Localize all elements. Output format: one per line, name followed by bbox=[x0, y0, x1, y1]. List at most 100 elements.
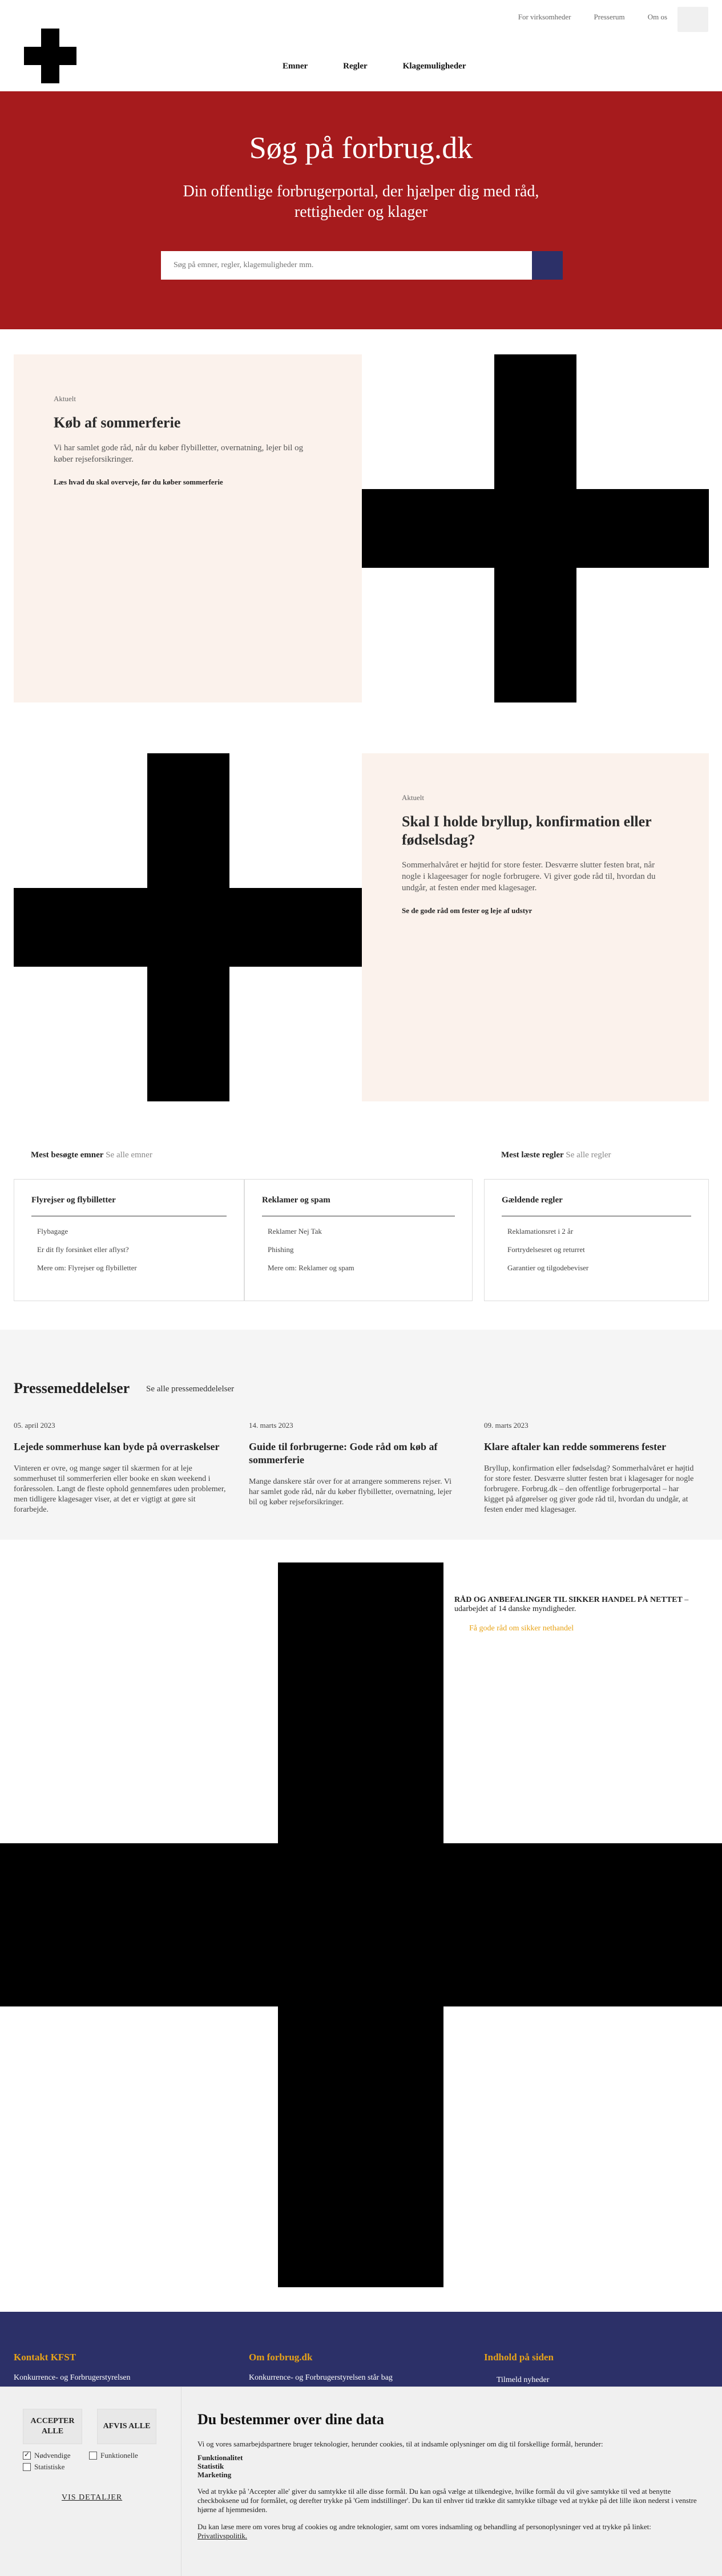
press-date: 14. marts 2023 bbox=[249, 1421, 293, 1430]
footer-text: Konkurrence- og Forbrugerstyrelsen står … bbox=[249, 2373, 393, 2382]
utility-links: For virksomheder Presserum Om os bbox=[518, 13, 667, 22]
feature-title: Skal I holde bryllup, konfirmation eller… bbox=[402, 813, 652, 848]
checkbox-necessary[interactable]: Nødvendige bbox=[23, 2450, 71, 2460]
press-item: 09. marts 2023 Klare aftaler kan redde s… bbox=[484, 1421, 696, 1515]
feature-card-parties: Aktuelt Skal I holde bryllup, konfirmati… bbox=[362, 753, 709, 1101]
topic-link[interactable]: Reklamer Nej Tak bbox=[268, 1227, 455, 1236]
campaign-link[interactable]: Få gode råd om sikker nethandel bbox=[469, 1624, 705, 1633]
feature-link[interactable]: Læs hvad du skal overveje, før du køber … bbox=[54, 478, 322, 487]
footer-heading-content: Indhold på siden bbox=[484, 2352, 554, 2363]
most-read-rules-label: Mest læste regler bbox=[501, 1150, 564, 1160]
cookie-controls: ACCEPTER ALLE AFVIS ALLE Nødvendige Funk… bbox=[0, 2387, 181, 2576]
topic-link[interactable]: Phishing bbox=[268, 1245, 455, 1254]
press-summary: Mange danskere står over for at arranger… bbox=[249, 1477, 452, 1507]
search-input[interactable] bbox=[161, 251, 532, 280]
checkbox-icon bbox=[23, 2463, 31, 2471]
top-bar: For virksomheder Presserum Om os bbox=[0, 0, 722, 34]
cookie-categories: Funktionalitet Statistik Marketing bbox=[197, 2453, 711, 2479]
checkbox-label: Statistiske bbox=[34, 2462, 65, 2471]
feature-kicker: Aktuelt bbox=[54, 394, 76, 403]
rules-box: Gældende regler Reklamationsret i 2 år F… bbox=[484, 1179, 709, 1301]
cookie-privacy-text: Du kan læse mere om vores brug af cookie… bbox=[197, 2522, 651, 2531]
link-om-os[interactable]: Om os bbox=[648, 13, 667, 22]
nav-regler[interactable]: Regler bbox=[343, 62, 367, 71]
see-all-press-link[interactable]: Se alle pressemeddelelser bbox=[146, 1384, 234, 1394]
feature-link[interactable]: Se de gode råd om fester og leje af udst… bbox=[402, 906, 669, 915]
rule-link[interactable]: Reklamationsret i 2 år bbox=[507, 1227, 691, 1236]
footer-heading-about: Om forbrug.dk bbox=[249, 2352, 313, 2363]
cookie-intro: Vi og vores samarbejdspartnere bruger te… bbox=[197, 2440, 603, 2448]
hero-subtitle: Din offentlige forbrugerportal, der hjæl… bbox=[183, 183, 539, 221]
cookie-privacy: Du kan læse mere om vores brug af cookie… bbox=[197, 2522, 711, 2541]
cookie-body: Ved at trykke på 'Accepter alle' giver d… bbox=[197, 2487, 697, 2514]
press-headline[interactable]: Guide til forbrugerne: Gode råd om køb a… bbox=[249, 1440, 461, 1467]
press-item: 05. april 2023 Lejede sommerhuse kan byd… bbox=[14, 1421, 226, 1515]
rule-link[interactable]: Fortrydelsesret og returret bbox=[507, 1245, 691, 1254]
topic-link[interactable]: Flybagage bbox=[37, 1227, 227, 1236]
topic-link[interactable]: Mere om: Flyrejser og flybilletter bbox=[37, 1263, 227, 1273]
see-all-topics-link[interactable]: Se alle emner bbox=[106, 1150, 152, 1160]
feature-image-placeholder bbox=[14, 753, 362, 1101]
cookie-category: Statistik bbox=[197, 2462, 224, 2470]
main-nav: Emner Regler Klagemuligheder bbox=[283, 62, 466, 71]
checkbox-checked-icon bbox=[23, 2450, 31, 2460]
campaign-title: RÅD OG ANBEFALINGER TIL SIKKER HANDEL PÅ… bbox=[454, 1596, 705, 1614]
feature-text: Vi har samlet gode råd, når du køber fly… bbox=[54, 443, 304, 464]
footer-heading-contact: Kontakt KFST bbox=[14, 2352, 76, 2363]
press-section: Pressemeddelelser Se alle pressemeddelel… bbox=[0, 1330, 722, 1540]
rule-link[interactable]: Garantier og tilgodebeviser bbox=[507, 1263, 691, 1273]
press-headline[interactable]: Klare aftaler kan redde sommerens fester bbox=[484, 1440, 696, 1453]
rules-box-title[interactable]: Gældende regler bbox=[502, 1196, 691, 1205]
cookie-category: Marketing bbox=[197, 2470, 232, 2479]
feature-card-summer: Aktuelt Køb af sommerferie Vi har samlet… bbox=[14, 354, 362, 702]
accept-all-button[interactable]: ACCEPTER ALLE bbox=[23, 2409, 82, 2444]
most-visited-topics-heading: Mest besøgte emner Se alle emner bbox=[31, 1150, 152, 1160]
checkbox-icon bbox=[89, 2452, 97, 2460]
hero-title: Søg på forbrug.dk bbox=[249, 131, 473, 165]
press-summary: Vinteren er ovre, og mange søger til skæ… bbox=[14, 1464, 226, 1514]
cookie-category: Funktionalitet bbox=[197, 2453, 243, 2462]
campaign-title-bold: RÅD OG ANBEFALINGER TIL SIKKER HANDEL PÅ… bbox=[454, 1596, 683, 1604]
press-date: 05. april 2023 bbox=[14, 1421, 55, 1430]
nav-emner[interactable]: Emner bbox=[283, 62, 308, 71]
site-logo[interactable] bbox=[24, 29, 76, 83]
show-details-link[interactable]: VIS DETALJER bbox=[62, 2493, 122, 2502]
footer-text: Konkurrence- og Forbrugerstyrelsen bbox=[14, 2373, 131, 2382]
topic-box-ads: Reklamer og spam Reklamer Nej Tak Phishi… bbox=[244, 1179, 473, 1301]
cookie-banner: ACCEPTER ALLE AFVIS ALLE Nødvendige Funk… bbox=[0, 2387, 722, 2576]
campaign-image-placeholder bbox=[0, 1562, 722, 2287]
most-visited-topics-label: Mest besøgte emner bbox=[31, 1150, 104, 1160]
press-summary: Bryllup, konfirmation eller fødselsdag? … bbox=[484, 1464, 694, 1514]
checkbox-label: Nødvendige bbox=[34, 2451, 71, 2460]
nav-klagemuligheder[interactable]: Klagemuligheder bbox=[403, 62, 466, 71]
topic-link[interactable]: Mere om: Reklamer og spam bbox=[268, 1263, 455, 1273]
campaign-text: RÅD OG ANBEFALINGER TIL SIKKER HANDEL PÅ… bbox=[454, 1596, 705, 1633]
topic-box-flights: Flyrejser og flybilletter Flybagage Er d… bbox=[14, 1179, 244, 1301]
topic-box-title[interactable]: Reklamer og spam bbox=[262, 1196, 455, 1205]
feature-image-placeholder bbox=[362, 354, 709, 702]
link-for-virksomheder[interactable]: For virksomheder bbox=[518, 13, 571, 22]
topic-box-title[interactable]: Flyrejser og flybilletter bbox=[31, 1196, 227, 1205]
press-date: 09. marts 2023 bbox=[484, 1421, 529, 1430]
checkbox-functional[interactable]: Funktionelle bbox=[89, 2451, 138, 2460]
cookie-text: Du bestemmer over dine data Vi og vores … bbox=[197, 2387, 711, 2541]
privacy-policy-link[interactable]: Privatlivspolitik. bbox=[197, 2531, 711, 2541]
checkbox-statistics[interactable]: Statistiske bbox=[23, 2462, 64, 2472]
feature-title: Køb af sommerferie bbox=[54, 414, 181, 431]
hero-section: Søg på forbrug.dk Din offentlige forbrug… bbox=[0, 91, 722, 329]
press-item: 14. marts 2023 Guide til forbrugerne: Go… bbox=[249, 1421, 461, 1508]
see-all-rules-link[interactable]: Se alle regler bbox=[566, 1150, 611, 1160]
link-presserum[interactable]: Presserum bbox=[594, 13, 625, 22]
press-title: Pressemeddelelser bbox=[14, 1380, 130, 1396]
cookie-title: Du bestemmer over dine data bbox=[197, 2411, 384, 2428]
footer-newsletter-link[interactable]: Tilmeld nyheder bbox=[497, 2376, 549, 2385]
reject-all-button[interactable]: AFVIS ALLE bbox=[97, 2409, 156, 2444]
most-read-rules-heading: Mest læste regler Se alle regler bbox=[501, 1150, 611, 1160]
menu-button[interactable] bbox=[677, 7, 708, 32]
press-headline[interactable]: Lejede sommerhuse kan byde på overraskel… bbox=[14, 1440, 226, 1453]
checkbox-label: Funktionelle bbox=[100, 2451, 138, 2460]
search-button[interactable] bbox=[532, 251, 563, 280]
topic-link[interactable]: Er dit fly forsinket eller aflyst? bbox=[37, 1245, 227, 1254]
search-bar bbox=[161, 251, 563, 280]
feature-text: Sommerhalvåret er højtid for store feste… bbox=[402, 861, 656, 893]
